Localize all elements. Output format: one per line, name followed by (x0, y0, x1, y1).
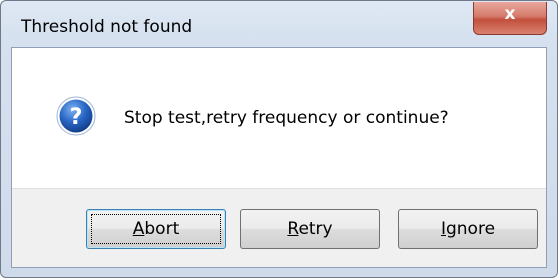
button-bar: Abort Retry Ignore (12, 188, 546, 267)
abort-label-rest: bort (144, 219, 180, 239)
retry-accelerator: R (287, 219, 299, 239)
abort-accelerator: A (132, 219, 145, 239)
retry-label-rest: etry (298, 219, 333, 239)
ignore-button[interactable]: Ignore (398, 209, 538, 249)
ignore-label-rest: gnore (445, 219, 496, 239)
question-icon: ? (56, 96, 96, 136)
dialog-window: Threshold not found x ? Stop test,retry … (0, 0, 558, 278)
retry-button-label: Retry (287, 219, 332, 239)
close-icon: x (504, 4, 516, 24)
close-button[interactable]: x (473, 2, 547, 35)
abort-button-label: Abort (133, 219, 180, 239)
abort-button[interactable]: Abort (86, 209, 226, 249)
svg-text:?: ? (70, 105, 83, 130)
title-bar[interactable]: Threshold not found x (1, 1, 557, 47)
message-area: ? Stop test,retry frequency or continue? (12, 48, 546, 188)
retry-button[interactable]: Retry (240, 209, 380, 249)
message-text: Stop test,retry frequency or continue? (124, 108, 449, 128)
dialog-body: ? Stop test,retry frequency or continue?… (11, 47, 547, 268)
window-title: Threshold not found (21, 17, 193, 37)
ignore-button-label: Ignore (441, 219, 495, 239)
